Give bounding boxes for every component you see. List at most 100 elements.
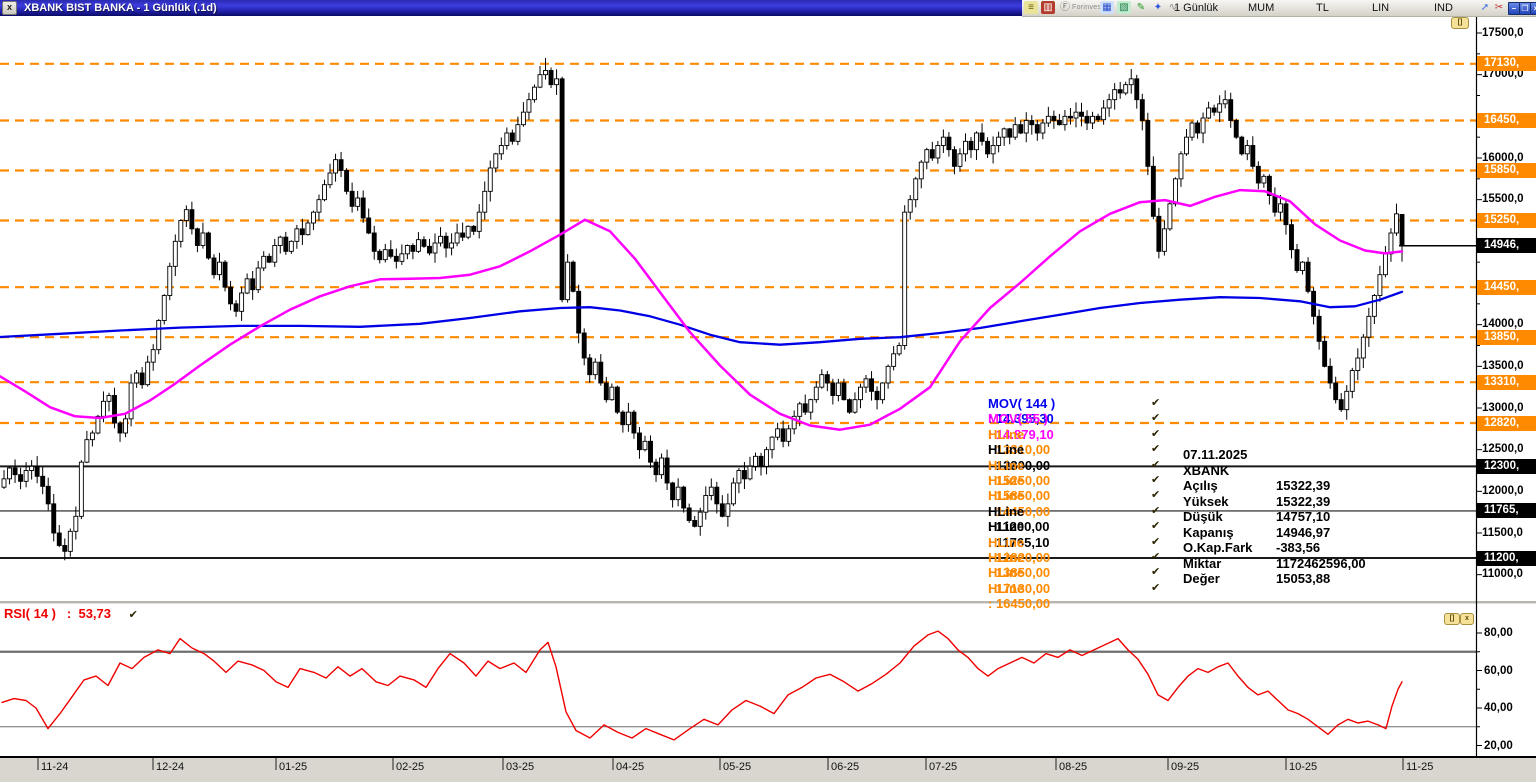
quote-info-label: Açılış (1183, 478, 1276, 494)
rsi-pane-restore-button[interactable]: [] (1444, 613, 1460, 625)
month-axis-label: 08-25 (1059, 761, 1087, 773)
chart-settings-icon[interactable]: ▧ (1117, 1, 1131, 14)
quote-info-value: 1172462596,00 (1276, 556, 1366, 571)
legend-indicator-value: : 16450,00 (988, 596, 1183, 611)
symbol-list-icon[interactable]: ≡ (1024, 1, 1038, 14)
legend-row-hline[interactable]: HLine: 13310,00✔ (988, 427, 1183, 442)
legend-row-hline[interactable]: HLine: 12820,00✔ (988, 535, 1183, 550)
hline-price-badge: 13310, (1477, 375, 1536, 390)
month-axis-label: 09-25 (1171, 761, 1199, 773)
hline-price-badge: 17130, (1477, 56, 1536, 71)
month-axis-label: 02-25 (396, 761, 424, 773)
alerts-icon[interactable]: ▥ (1041, 1, 1055, 14)
legend-row-hline[interactable]: HLine: 12300,00✔ (988, 442, 1183, 457)
draw-pen-icon[interactable]: ✎ (1134, 1, 1148, 14)
price-axis-label: 17500,0 (1482, 26, 1524, 41)
quote-info-value: 15053,88 (1276, 571, 1330, 586)
legend-row-hline[interactable]: HLine: 13850,00✔ (988, 550, 1183, 565)
scale-selector[interactable]: LIN (1372, 2, 1389, 14)
indicator-selector[interactable]: IND (1434, 2, 1453, 14)
quote-info-row: Yüksek15322,39 (1183, 494, 1393, 510)
pane-link-button[interactable]: [] (1451, 17, 1469, 29)
legend-indicator-name: HLine (988, 488, 1066, 503)
rsi-axis-label: 80,00 (1484, 626, 1513, 640)
month-axis-label: 05-25 (723, 761, 751, 773)
chart-window: x XBANK BIST BANKA - 1 Günlük (.1d) ≡▥ⒻF… (0, 0, 1536, 782)
legend-row-hline[interactable]: HLine: 14450,00✔ (988, 488, 1183, 503)
legend-indicator-name: HLine (988, 581, 1066, 596)
legend-row-hline[interactable]: HLine: 11200,00✔ (988, 504, 1183, 519)
rsi-pane (0, 652, 1476, 727)
quote-info-value: 14946,97 (1276, 525, 1330, 540)
close-button[interactable]: × (1530, 2, 1536, 15)
legend-row-mov[interactable]: MOV( 55 ): 14.879,10✔ (988, 411, 1183, 426)
legend-indicator-name: HLine (988, 427, 1066, 442)
legend-indicator-name: HLine (988, 442, 1066, 457)
legend-indicator-name: HLine (988, 504, 1066, 519)
link-arrow-icon[interactable]: ➚ (1478, 1, 1492, 14)
indicator-checkmark-icon: ✔ (1151, 550, 1160, 565)
quote-info-label: Miktar (1183, 556, 1276, 572)
quote-date: 07.11.2025 (1183, 447, 1393, 463)
indicator-legend: MOV( 144 ): 14.395,30✔MOV( 55 ): 14.879,… (988, 396, 1183, 596)
rsi-pane-close-button[interactable]: x (1460, 613, 1474, 625)
legend-indicator-name: HLine (988, 535, 1066, 550)
legend-row-hline[interactable]: HLine: 15250,00✔ (988, 458, 1183, 473)
hline-price-badge: 11200, (1477, 551, 1536, 566)
period-selector[interactable]: 1 Günlük (1174, 2, 1218, 14)
indicator-checkmark-icon: ✔ (1151, 488, 1160, 503)
window-title: XBANK BIST BANKA - 1 Günlük (.1d) (24, 2, 217, 14)
month-axis-label: 11-24 (41, 761, 68, 773)
matrix-grid-icon[interactable]: ▦ (1100, 1, 1114, 14)
last-price-badge: 14946, (1477, 238, 1536, 253)
hline-price-badge: 12820, (1477, 416, 1536, 431)
legend-row-hline[interactable]: HLine: 17130,00✔ (988, 565, 1183, 580)
hline-price-badge: 12300, (1477, 459, 1536, 474)
rsi-axis-label: 20,00 (1484, 739, 1513, 753)
currency-selector[interactable]: TL (1316, 2, 1329, 14)
hline-price-badge: 15850, (1477, 163, 1536, 178)
legend-row-hline[interactable]: HLine: 16450,00✔ (988, 581, 1183, 596)
quote-info-row: Miktar1172462596,00 (1183, 556, 1393, 572)
price-axis-label: 15500,0 (1482, 192, 1524, 207)
indicator-checkmark-icon: ✔ (1151, 396, 1160, 411)
legend-row-hline[interactable]: HLine: 11765,10✔ (988, 519, 1183, 534)
rsi-value: 53,73 (78, 606, 111, 621)
quote-info-row: Düşük14757,10 (1183, 509, 1393, 525)
quote-info-row: Açılış15322,39 (1183, 478, 1393, 494)
window-close-button[interactable]: x (2, 1, 17, 15)
chart-type-selector[interactable]: MUM (1248, 2, 1274, 14)
rsi-line (2, 631, 1402, 740)
navigate-compass-icon[interactable]: ✦ (1151, 1, 1165, 14)
quote-info-value: 15322,39 (1276, 478, 1330, 493)
tools-icon[interactable]: ✂ (1492, 1, 1506, 14)
price-axis-label: 13500,0 (1482, 359, 1524, 374)
hline-price-badge: 13850, (1477, 330, 1536, 345)
month-axis-label: 04-25 (616, 761, 644, 773)
rsi-axis-label: 60,00 (1484, 664, 1513, 678)
month-axis-label: 07-25 (929, 761, 957, 773)
month-axis-label: 11-25 (1406, 761, 1433, 773)
indicator-checkmark-icon: ✔ (1151, 411, 1160, 426)
indicator-checkmark-icon: ✔ (1151, 442, 1160, 457)
legend-indicator-name: HLine (988, 473, 1066, 488)
title-bar[interactable]: x XBANK BIST BANKA - 1 Günlük (.1d) (0, 0, 1022, 16)
indicator-checkmark-icon: ✔ (1151, 565, 1160, 580)
legend-indicator-name: HLine (988, 519, 1066, 534)
rsi-indicator-label[interactable]: RSI( 14 ) : 53,73 ✔ (4, 606, 138, 621)
price-axis-label: 12000,0 (1482, 484, 1524, 499)
chart-canvas[interactable] (0, 0, 1536, 782)
month-axis-label: 03-25 (506, 761, 534, 773)
quote-info-row: Değer15053,88 (1183, 571, 1393, 587)
month-axis-label: 10-25 (1289, 761, 1317, 773)
legend-indicator-name: HLine (988, 565, 1066, 580)
month-axis-label: 06-25 (831, 761, 859, 773)
hline-price-badge: 16450, (1477, 113, 1536, 128)
quote-info-row: Kapanış14946,97 (1183, 525, 1393, 541)
toolbar: ≡▥ⒻForinvest▦▧✎✦∿1 GünlükMUMTLLININD➚✂–❐… (1022, 0, 1536, 17)
legend-row-hline[interactable]: HLine: 15850,00✔ (988, 473, 1183, 488)
quote-info-row: O.Kap.Fark-383,56 (1183, 540, 1393, 556)
legend-row-mov[interactable]: MOV( 144 ): 14.395,30✔ (988, 396, 1183, 411)
quote-info-label: Değer (1183, 571, 1276, 587)
forinvest-logo[interactable]: Ⓕ (1058, 1, 1072, 14)
